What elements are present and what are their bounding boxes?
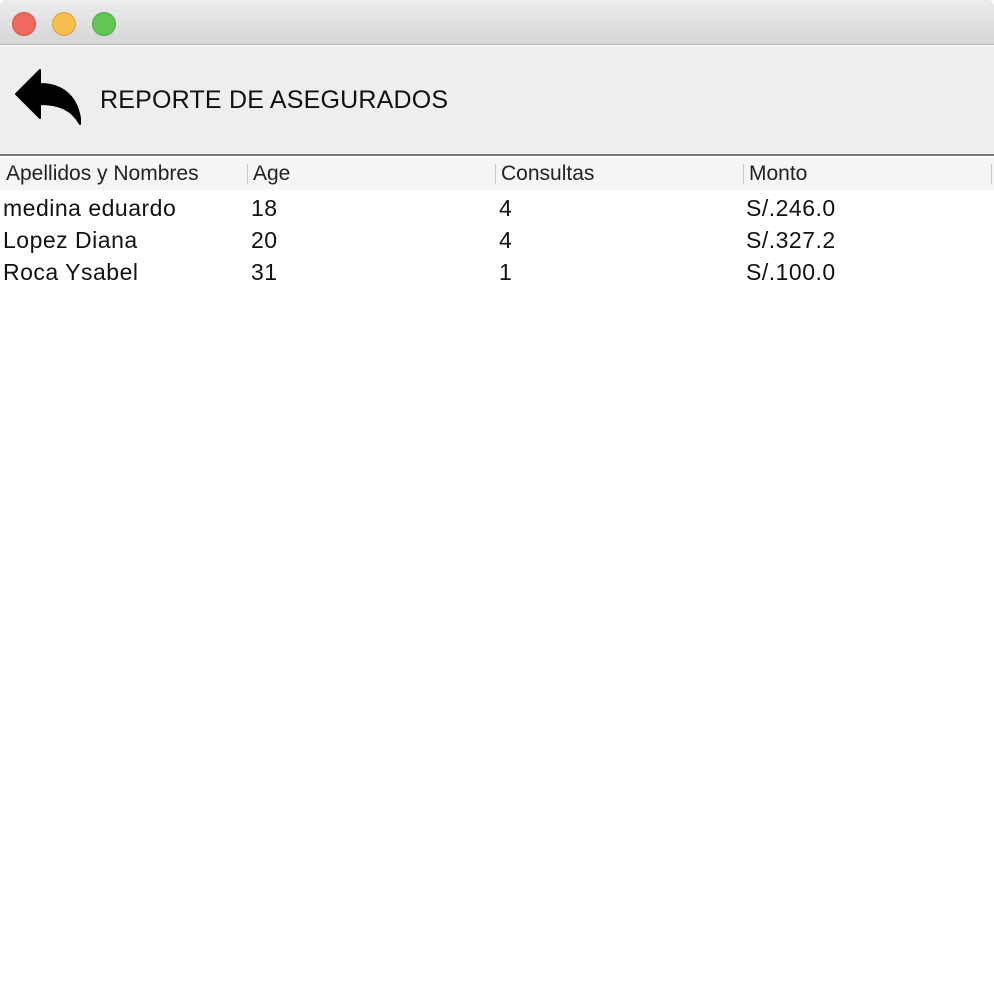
- cell-name[interactable]: Roca Ysabel: [0, 256, 250, 288]
- insured-report-table[interactable]: Apellidos y Nombres Age Consultas Monto …: [0, 158, 994, 994]
- cell-name[interactable]: medina eduardo: [0, 192, 250, 224]
- column-header-consultas[interactable]: Consultas: [495, 158, 743, 190]
- column-header-age[interactable]: Age: [247, 158, 495, 190]
- cell-name[interactable]: Lopez Diana: [0, 224, 250, 256]
- cell-monto[interactable]: S/.100.0: [743, 256, 994, 288]
- reply-arrow-icon[interactable]: [14, 68, 82, 126]
- report-header: REPORTE DE ASEGURADOS: [0, 46, 994, 156]
- table-row[interactable]: Roca Ysabel 31 1 S/.100.0: [0, 256, 994, 288]
- maximize-button[interactable]: [92, 12, 116, 36]
- page-title: REPORTE DE ASEGURADOS: [100, 86, 449, 114]
- cell-consultas[interactable]: 1: [495, 256, 747, 288]
- close-button[interactable]: [12, 12, 36, 36]
- cell-age[interactable]: 20: [247, 224, 499, 256]
- cell-monto[interactable]: S/.327.2: [743, 224, 994, 256]
- cell-monto[interactable]: S/.246.0: [743, 192, 994, 224]
- app-window: REPORTE DE ASEGURADOS Apellidos y Nombre…: [0, 0, 994, 994]
- cell-consultas[interactable]: 4: [495, 224, 747, 256]
- table-row[interactable]: medina eduardo 18 4 S/.246.0: [0, 192, 994, 224]
- column-header-monto[interactable]: Monto: [743, 158, 994, 190]
- cell-consultas[interactable]: 4: [495, 192, 747, 224]
- table-body: medina eduardo 18 4 S/.246.0 Lopez Diana…: [0, 192, 994, 288]
- title-bar[interactable]: [0, 0, 994, 45]
- column-header-apellidos-y-nombres[interactable]: Apellidos y Nombres: [0, 158, 247, 190]
- table-row[interactable]: Lopez Diana 20 4 S/.327.2: [0, 224, 994, 256]
- cell-age[interactable]: 18: [247, 192, 499, 224]
- table-header: Apellidos y Nombres Age Consultas Monto: [0, 158, 994, 190]
- cell-age[interactable]: 31: [247, 256, 499, 288]
- minimize-button[interactable]: [52, 12, 76, 36]
